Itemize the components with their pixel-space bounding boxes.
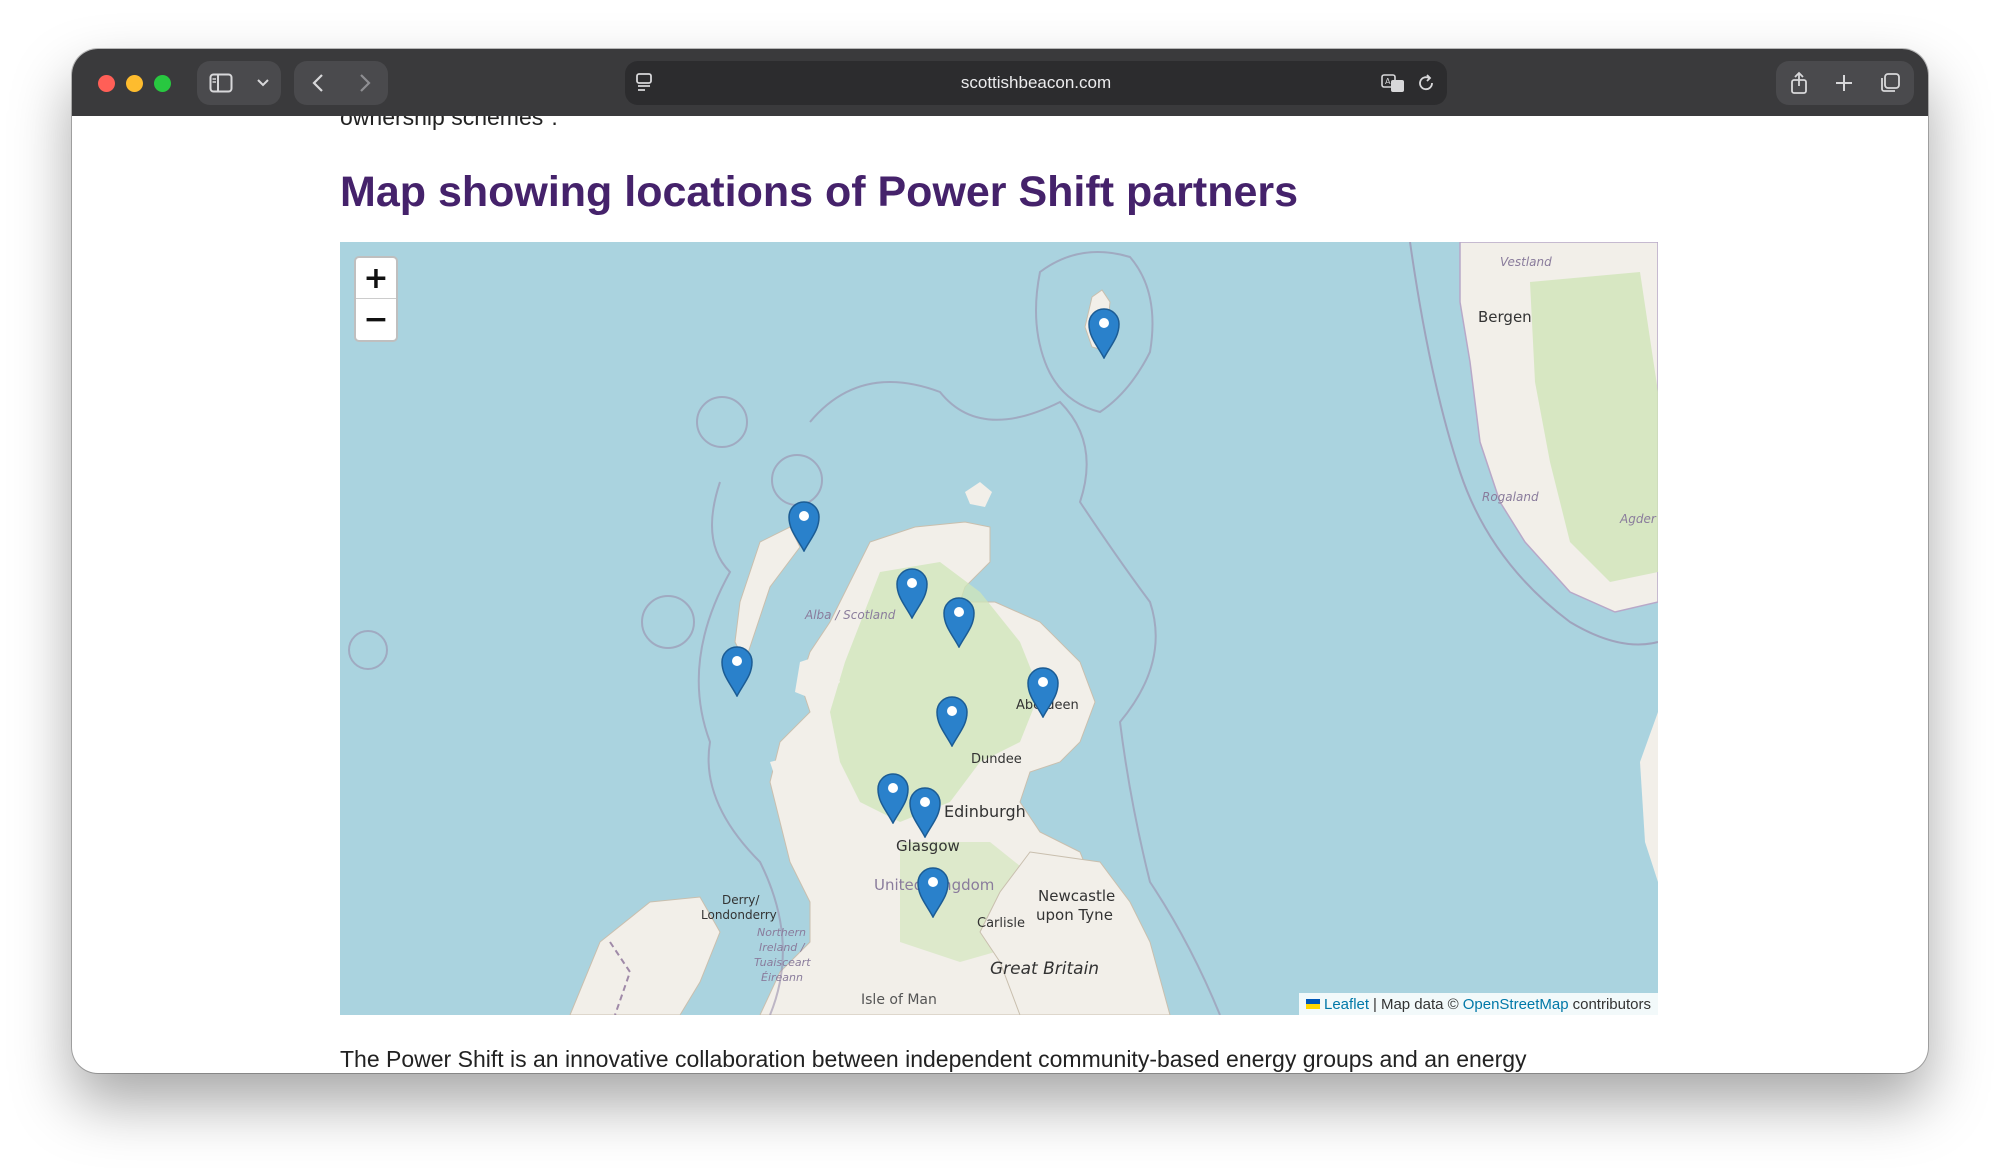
map-label-ni-1: Northern xyxy=(757,926,807,939)
attribution-separator: | xyxy=(1373,995,1377,1013)
sidebar-toggle-group xyxy=(197,61,281,105)
map-label-ni-4: Éireann xyxy=(761,971,803,984)
map-label-derry-2: Londonderry xyxy=(701,908,777,922)
map-marker-stirling[interactable] xyxy=(908,786,942,843)
openstreetmap-link[interactable]: OpenStreetMap xyxy=(1463,996,1569,1013)
zoom-in-button[interactable]: + xyxy=(356,258,396,299)
paragraph-text: ownership schemes". xyxy=(340,116,558,130)
map-marker-lewis[interactable] xyxy=(787,500,821,557)
new-tab-icon[interactable] xyxy=(1834,73,1854,93)
browser-toolbar: scottishbeacon.com A xyxy=(72,49,1928,116)
map-marker-highland-1[interactable] xyxy=(895,567,929,624)
map-label-rogaland: Rogaland xyxy=(1482,490,1539,504)
reload-icon[interactable] xyxy=(1417,73,1435,93)
paragraph-text-bottom: The Power Shift is an innovative collabo… xyxy=(340,1046,1527,1072)
leaflet-map[interactable]: Vestland Bergen Rogaland Agder Alba / Sc… xyxy=(340,242,1658,1015)
section-heading: Map showing locations of Power Shift par… xyxy=(340,168,1299,216)
map-marker-highland-2[interactable] xyxy=(942,596,976,653)
navigation-group xyxy=(294,61,388,105)
map-label-edinburgh: Edinburgh xyxy=(944,802,1026,821)
browser-window: scottishbeacon.com A ownership schemes".… xyxy=(72,49,1928,1073)
map-label-great-britain: Great Britain xyxy=(990,959,1100,979)
map-marker-perthshire[interactable] xyxy=(935,695,969,752)
map-marker-argyll[interactable] xyxy=(876,772,910,829)
close-window-button[interactable] xyxy=(98,75,115,92)
map-marker-hebrides[interactable] xyxy=(720,645,754,702)
ukraine-flag-icon xyxy=(1306,999,1320,1009)
back-icon[interactable] xyxy=(311,73,325,93)
sidebar-icon[interactable] xyxy=(209,73,233,93)
chevron-down-icon[interactable] xyxy=(256,78,270,88)
address-bar[interactable]: scottishbeacon.com A xyxy=(625,61,1447,105)
map-attribution: Leaflet | Map data © OpenStreetMap contr… xyxy=(1299,993,1658,1015)
zoom-control: + − xyxy=(354,256,398,342)
attribution-contributors: contributors xyxy=(1572,995,1651,1013)
map-label-alba: Alba / Scotland xyxy=(805,608,896,622)
map-label-bergen: Bergen xyxy=(1478,308,1532,326)
window-actions-group xyxy=(1776,61,1914,105)
zoom-out-button[interactable]: − xyxy=(356,299,396,339)
maximize-window-button[interactable] xyxy=(154,75,171,92)
map-label-carlisle: Carlisle xyxy=(977,916,1025,931)
map-label-dundee: Dundee xyxy=(971,752,1022,767)
url-text: scottishbeacon.com xyxy=(960,73,1112,92)
map-marker-shetland[interactable] xyxy=(1087,307,1121,364)
page-content: ownership schemes". Map showing location… xyxy=(72,116,1928,1073)
map-label-agder: Agder xyxy=(1620,512,1656,526)
minimize-window-button[interactable] xyxy=(126,75,143,92)
map-label-ni-2: Ireland / xyxy=(759,941,805,954)
attribution-map-data: Map data © xyxy=(1380,995,1459,1013)
map-label-derry-1: Derry/ xyxy=(722,893,760,907)
map-marker-dumfries[interactable] xyxy=(916,866,950,923)
svg-text:A: A xyxy=(1385,77,1391,86)
forward-icon[interactable] xyxy=(358,73,372,93)
leaflet-link[interactable]: Leaflet xyxy=(1324,996,1369,1013)
map-label-vestland: Vestland xyxy=(1500,255,1552,269)
map-label-isle-of-man: Isle of Man xyxy=(861,992,937,1008)
share-icon[interactable] xyxy=(1789,71,1809,95)
map-label-newcastle-2: upon Tyne xyxy=(1036,906,1113,924)
tabs-overview-icon[interactable] xyxy=(1879,72,1901,94)
translate-icon[interactable]: A xyxy=(1381,73,1405,93)
map-label-ni-3: Tuaisceart xyxy=(754,956,811,969)
map-marker-aberdeenshire[interactable] xyxy=(1026,666,1060,723)
map-label-newcastle-1: Newcastle xyxy=(1038,887,1116,905)
